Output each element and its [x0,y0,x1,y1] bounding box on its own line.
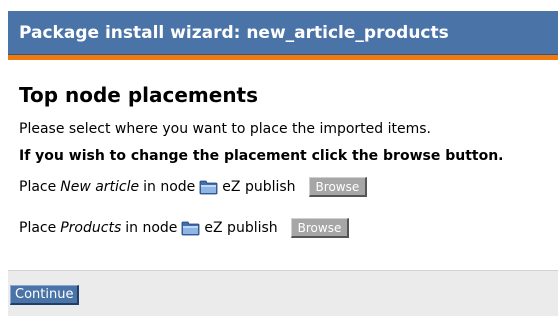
placement-item-name: New article [60,179,140,195]
placement-prefix: Place [19,179,57,195]
placement-in-node: in node [143,179,196,195]
continue-button[interactable]: Continue [10,285,80,305]
placement-row-new-article: Place New article in node eZ publish Brows… [19,176,547,198]
browse-button[interactable]: Browse [308,177,368,197]
folder-icon [182,221,200,236]
window-title: Package install wizard: new_article_prod… [8,11,558,55]
folder-icon [199,180,218,195]
placement-item-name: Products [60,220,122,236]
placement-prefix: Place [19,220,57,236]
wizard-footer: Continue [8,270,558,316]
instruction-text: Please select where you want to place th… [19,121,431,137]
page-title: Top node placements [19,83,259,107]
placement-node-name: eZ publish [204,220,278,236]
wizard-content: Top node placements Please select where … [8,60,558,239]
wizard-window: Package install wizard: new_article_prod… [8,11,558,316]
browse-button[interactable]: Browse [290,218,350,238]
placement-row-products: Place Products in node eZ publish Browse [19,217,547,239]
placement-node-name: eZ publish [222,179,296,195]
note-text: If you wish to change the placement clic… [19,148,504,164]
placement-in-node: in node [125,220,178,236]
